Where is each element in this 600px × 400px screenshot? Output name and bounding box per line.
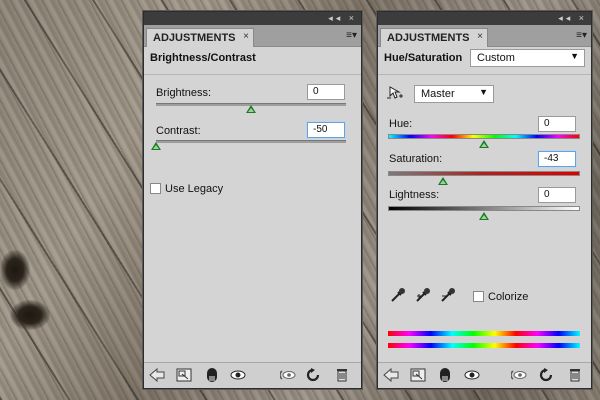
adjustments-panel-right: ◂◂ × ADJUSTMENTS × ≡▾ Hue/Saturation Cus…	[377, 11, 592, 389]
hue-label: Hue:	[389, 118, 413, 130]
saturation-label: Saturation:	[389, 153, 443, 165]
layer-mask-icon[interactable]	[203, 367, 221, 383]
collapse-close-icons[interactable]: ◂◂ ×	[328, 13, 357, 24]
saturation-input[interactable]: -43	[538, 151, 576, 167]
wood-knot	[10, 300, 50, 330]
contrast-label: Contrast:	[156, 125, 201, 137]
tab-label: ADJUSTMENTS	[153, 32, 236, 44]
eyedropper-add-icon[interactable]	[415, 287, 431, 303]
tab-adjustments[interactable]: ADJUSTMENTS ×	[380, 28, 488, 47]
colorize-label[interactable]: Colorize	[488, 291, 528, 303]
panel-titlebar: ◂◂ ×	[378, 12, 591, 25]
wood-knot	[0, 250, 30, 290]
tab-close-icon[interactable]: ×	[243, 31, 249, 42]
lightness-slider-track[interactable]	[388, 206, 580, 211]
contrast-slider-thumb[interactable]	[151, 142, 161, 150]
heading-divider	[378, 74, 591, 75]
tab-close-icon[interactable]: ×	[477, 31, 483, 42]
panel-menu-icon[interactable]: ≡▾	[346, 30, 357, 41]
chevron-down-icon: ▼	[479, 87, 488, 97]
panel-tab-row: ADJUSTMENTS × ≡▾	[378, 25, 591, 47]
tab-label: ADJUSTMENTS	[387, 32, 470, 44]
view-previous-state-icon[interactable]	[510, 367, 528, 383]
eye-icon[interactable]	[229, 367, 247, 383]
brightness-input[interactable]: 0	[307, 84, 345, 100]
panel-titlebar: ◂◂ ×	[144, 12, 361, 25]
eye-icon[interactable]	[463, 367, 481, 383]
clip-to-layer-icon[interactable]	[409, 367, 427, 383]
use-legacy-checkbox[interactable]	[150, 183, 161, 194]
targeted-adjustment-icon[interactable]	[386, 85, 404, 101]
lightness-slider-thumb[interactable]	[479, 212, 489, 220]
brightness-label: Brightness:	[156, 87, 212, 99]
color-spectrum-bar-bottom	[388, 343, 580, 348]
hue-slider-track[interactable]	[388, 134, 580, 139]
chevron-down-icon: ▼	[570, 51, 579, 61]
panel-footer	[144, 362, 361, 388]
colorize-checkbox[interactable]	[473, 291, 484, 302]
panel-footer	[378, 362, 591, 388]
adjustment-title: Brightness/Contrast	[150, 52, 256, 64]
lightness-label: Lightness:	[389, 189, 440, 201]
contrast-slider-track[interactable]	[156, 140, 346, 143]
channel-dropdown[interactable]: Master ▼	[414, 85, 494, 103]
saturation-slider-track[interactable]	[388, 171, 580, 176]
panel-menu-icon[interactable]: ≡▾	[576, 30, 587, 41]
trash-icon[interactable]	[333, 367, 351, 383]
eyedropper-subtract-icon[interactable]	[440, 287, 456, 303]
preset-selected: Custom	[477, 52, 515, 64]
collapse-close-icons[interactable]: ◂◂ ×	[558, 13, 587, 24]
tab-adjustments[interactable]: ADJUSTMENTS ×	[146, 28, 254, 47]
preset-dropdown[interactable]: Custom ▼	[470, 49, 585, 67]
clip-to-layer-icon[interactable]	[175, 367, 193, 383]
view-previous-state-icon[interactable]	[279, 367, 297, 383]
back-arrow-icon[interactable]	[382, 367, 400, 383]
color-spectrum-bar-top	[388, 331, 580, 336]
back-arrow-icon[interactable]	[148, 367, 166, 383]
saturation-slider-thumb[interactable]	[437, 177, 448, 185]
channel-selected: Master	[421, 88, 455, 100]
adjustments-panel-left: ◂◂ × ADJUSTMENTS × ≡▾ Brightness/Contras…	[143, 11, 362, 389]
reset-icon[interactable]	[304, 367, 322, 383]
layer-mask-icon[interactable]	[436, 367, 454, 383]
lightness-input[interactable]: 0	[538, 187, 576, 203]
hue-input[interactable]: 0	[538, 116, 576, 132]
adjustment-title: Hue/Saturation	[384, 52, 463, 64]
heading-divider	[144, 74, 361, 75]
contrast-input[interactable]: -50	[307, 122, 345, 138]
reset-icon[interactable]	[537, 367, 555, 383]
hue-slider-thumb[interactable]	[479, 140, 489, 148]
trash-icon[interactable]	[566, 367, 584, 383]
use-legacy-label[interactable]: Use Legacy	[165, 183, 223, 195]
brightness-slider-thumb[interactable]	[246, 105, 256, 113]
panel-tab-row: ADJUSTMENTS × ≡▾	[144, 25, 361, 47]
eyedropper-icon[interactable]	[390, 287, 406, 303]
